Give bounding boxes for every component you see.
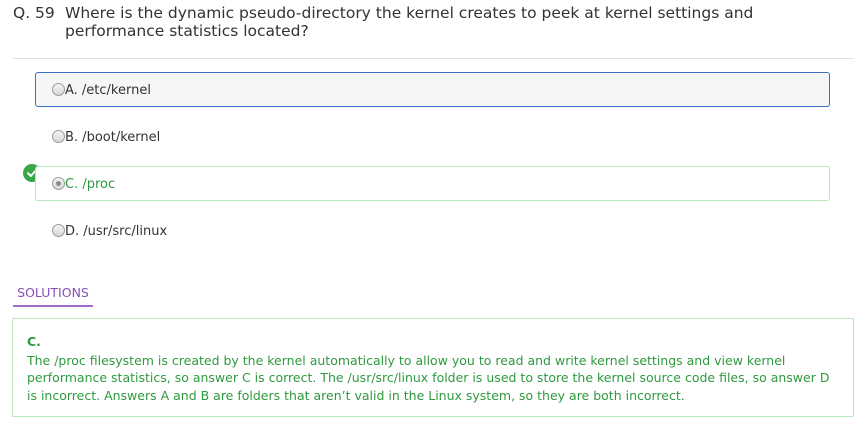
option-b[interactable]: B. /boot/kernel [35, 119, 830, 154]
option-a-label: A. /etc/kernel [65, 83, 151, 98]
question-text: Where is the dynamic pseudo-directory th… [65, 4, 754, 40]
option-a-radio[interactable] [52, 83, 65, 96]
divider [13, 58, 854, 59]
option-c-label: C. /proc [65, 177, 116, 192]
solution-panel: C. The /proc filesystem is created by th… [12, 318, 854, 417]
option-b-radio[interactable] [52, 130, 65, 143]
option-d-label: D. /usr/src/linux [65, 224, 168, 239]
option-d[interactable]: D. /usr/src/linux [35, 213, 830, 248]
option-b-label: B. /boot/kernel [65, 130, 161, 145]
option-c-radio[interactable] [52, 177, 65, 190]
option-c[interactable]: C. /proc [35, 166, 830, 201]
solutions-tab[interactable]: SOLUTIONS [13, 285, 93, 307]
solution-answer: C. [27, 334, 41, 349]
question-number: Q. 59 [13, 4, 55, 22]
option-d-radio[interactable] [52, 224, 65, 237]
option-a[interactable]: A. /etc/kernel [35, 72, 830, 107]
solution-explanation: The /proc filesystem is created by the k… [27, 352, 830, 403]
